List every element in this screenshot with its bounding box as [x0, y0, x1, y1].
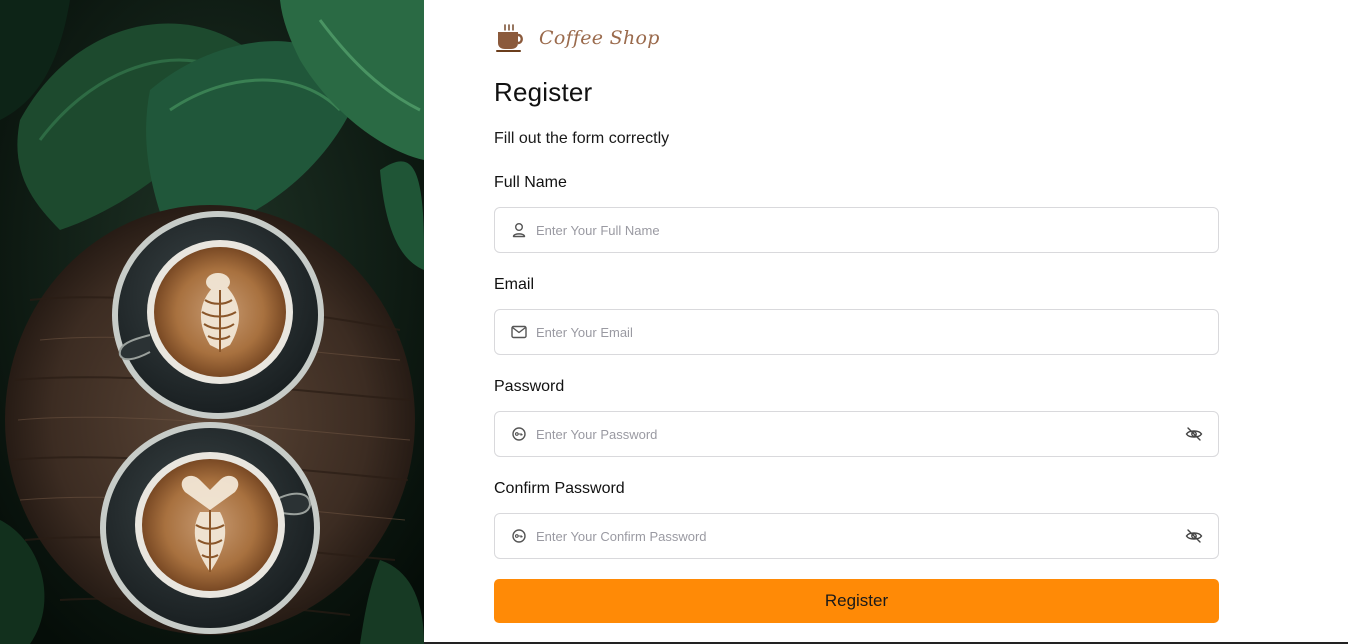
password-field	[494, 411, 1219, 457]
email-label: Email	[494, 276, 535, 293]
email-field	[494, 309, 1219, 355]
full-name-field	[494, 207, 1219, 253]
full-name-input[interactable]	[536, 208, 1218, 252]
brand-name: Coffee Shop	[539, 27, 660, 49]
coffee-latte-image	[0, 0, 424, 644]
key-icon	[512, 529, 526, 543]
email-input[interactable]	[536, 310, 1218, 354]
user-icon	[512, 223, 526, 238]
password-input[interactable]	[536, 412, 1185, 456]
hero-image	[0, 0, 424, 644]
page-subtitle: Fill out the form correctly	[494, 130, 670, 147]
register-panel: Coffee Shop Register Fill out the form c…	[424, 0, 1348, 644]
page-title: Register	[494, 77, 593, 107]
brand: Coffee Shop	[494, 22, 660, 54]
key-icon	[512, 427, 526, 441]
eye-off-icon[interactable]	[1185, 425, 1203, 443]
confirm-password-field	[494, 513, 1219, 559]
full-name-label: Full Name	[494, 174, 567, 191]
confirm-password-label: Confirm Password	[494, 480, 625, 497]
password-label: Password	[494, 378, 565, 395]
eye-off-icon[interactable]	[1185, 527, 1203, 545]
confirm-password-input[interactable]	[536, 514, 1185, 558]
register-button[interactable]: Register	[494, 579, 1219, 623]
mail-icon	[511, 325, 527, 339]
coffee-cup-icon	[496, 24, 523, 52]
